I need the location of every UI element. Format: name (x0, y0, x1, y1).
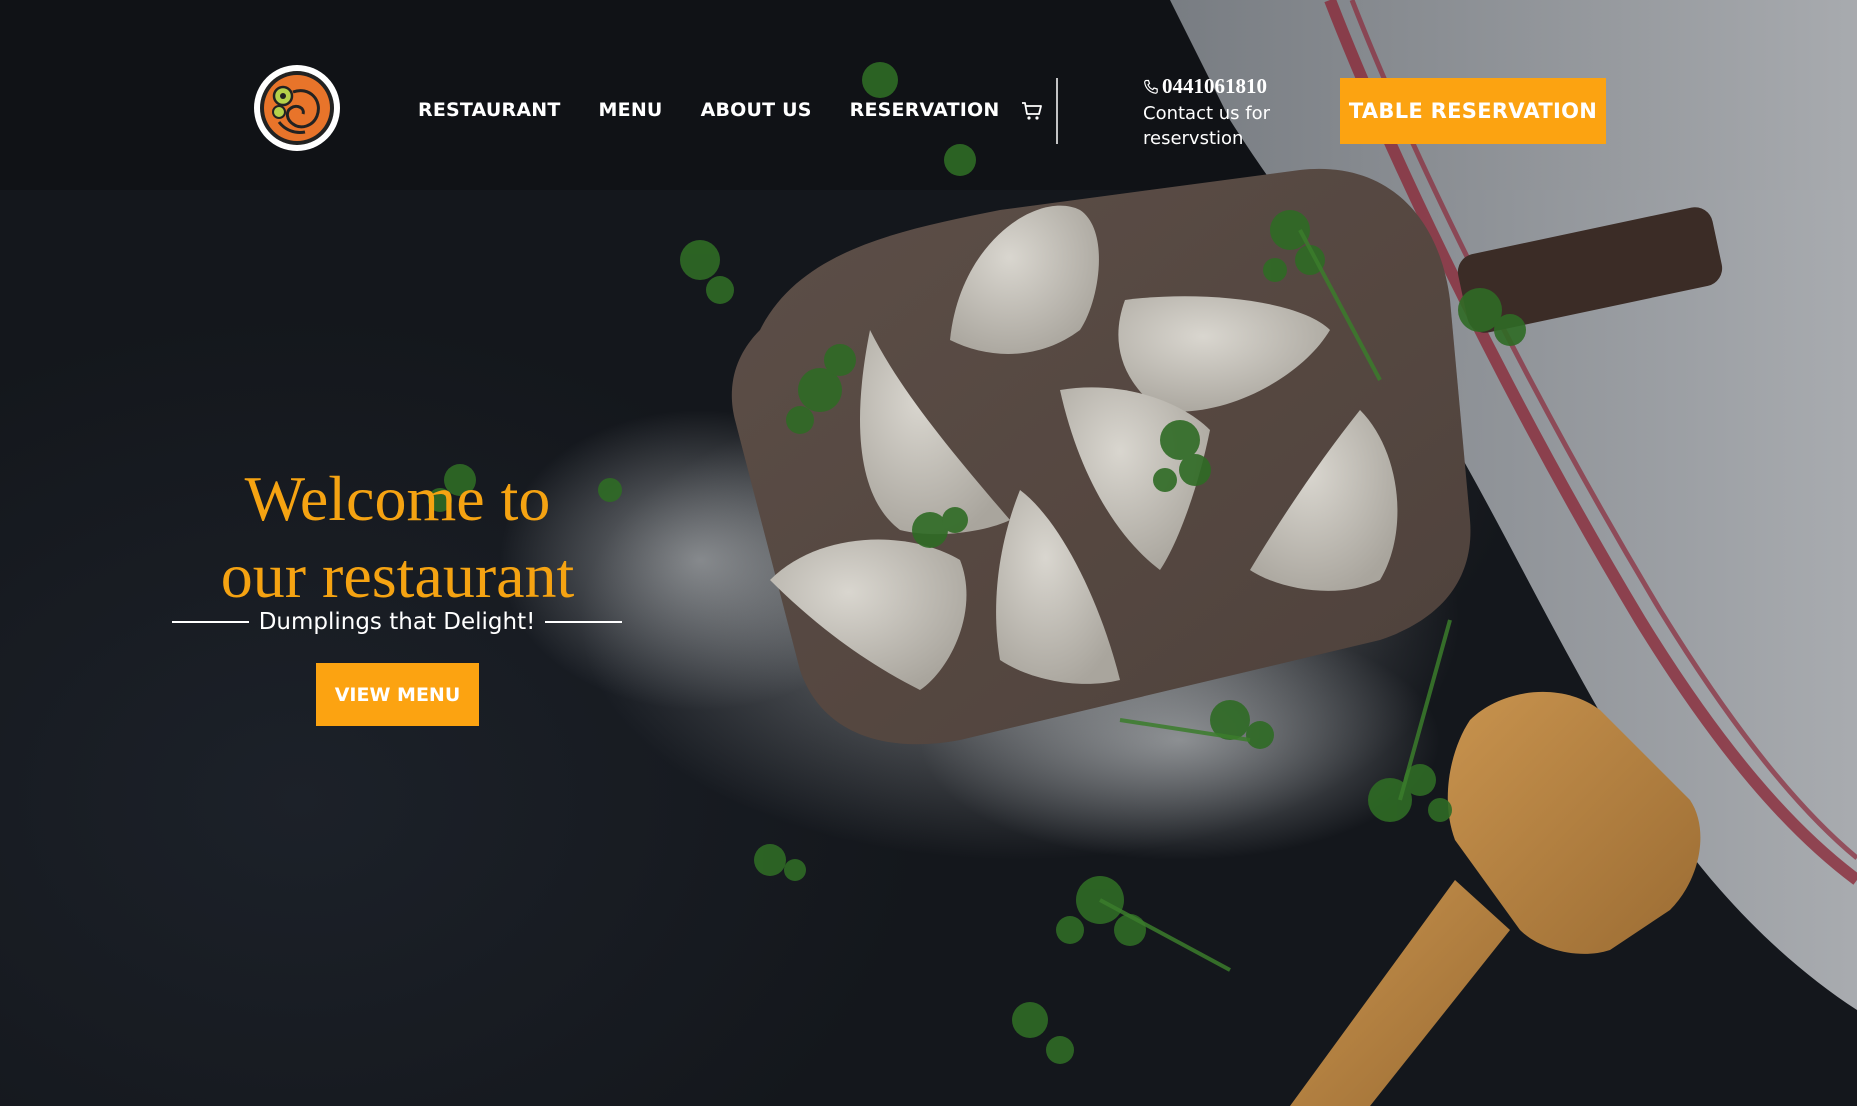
phone-icon (1144, 79, 1158, 94)
main-nav: RESTAURANT MENU ABOUT US RESERVATION (418, 99, 1037, 121)
hero-tagline: Dumplings that Delight! (258, 609, 536, 635)
tagline-row: Dumplings that Delight! (172, 609, 622, 635)
phone-number[interactable]: 0441061810 (1162, 74, 1267, 99)
site-header: RESTAURANT MENU ABOUT US RESERVATION 044… (0, 0, 1857, 180)
tagline-rule-left (172, 621, 249, 623)
dumpling-plate-logo-icon[interactable] (253, 64, 341, 152)
header-divider (1056, 78, 1058, 144)
phone-row: 0441061810 (1143, 74, 1323, 99)
nav-item-restaurant[interactable]: RESTAURANT (418, 99, 561, 121)
cart-icon[interactable] (1020, 99, 1044, 123)
nav-item-about-us[interactable]: ABOUT US (701, 99, 812, 121)
contact-block: 0441061810 Contact us for reservstion (1143, 74, 1323, 151)
table-reservation-button[interactable]: TABLE RESERVATION (1340, 78, 1606, 144)
view-menu-button[interactable]: VIEW MENU (316, 663, 479, 726)
nav-item-menu[interactable]: MENU (599, 99, 663, 121)
hero-title: Welcome to our restaurant (170, 460, 625, 614)
hero-title-line-1: Welcome to (244, 463, 551, 534)
tagline-rule-right (545, 621, 622, 623)
hero-title-line-2: our restaurant (220, 540, 575, 611)
nav-item-reservation[interactable]: RESERVATION (850, 99, 1000, 121)
contact-note: Contact us for reservstion (1143, 103, 1271, 149)
hero-section: RESTAURANT MENU ABOUT US RESERVATION 044… (0, 0, 1857, 1106)
